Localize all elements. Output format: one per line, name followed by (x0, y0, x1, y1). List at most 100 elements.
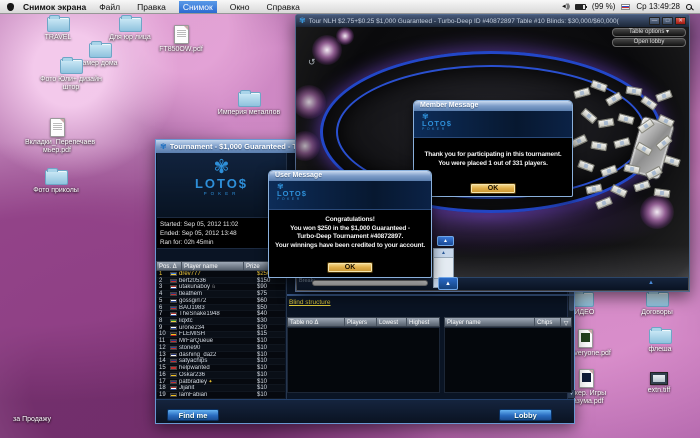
document-icon[interactable] (578, 369, 594, 388)
player-position: 10 (159, 331, 166, 338)
bottom-slider[interactable] (312, 279, 428, 286)
table-options-button[interactable]: Table options ▾ (612, 28, 686, 37)
standings-row[interactable]: 19 IamFabian $10 (157, 392, 285, 399)
folder-icon[interactable] (46, 15, 70, 32)
table-title-bar[interactable]: ✾ Tour NLH $2.75+$0.25 $1,000 Guaranteed… (296, 15, 689, 27)
player-name: IamFabian (179, 392, 208, 399)
desktop-icon-TRAVEL[interactable]: TRAVEL (26, 15, 90, 42)
standings-header-player[interactable]: Player name (182, 262, 244, 270)
country-flag-icon (170, 325, 177, 330)
lobby-window-title: Tournament - $1,000 Guaranteed - Turbo (169, 142, 314, 151)
desktop-icon-за Продажу[interactable]: за Продажу (0, 416, 64, 424)
battery-percent: (99 %) (591, 2, 616, 11)
desktop-icon-Вкладки_Перепечаев[interactable]: Вкладки_Перепечаев мьер.pdf (25, 118, 96, 154)
menu-item-Файл[interactable]: Файл (95, 1, 124, 13)
minimize-button[interactable]: — (649, 17, 660, 25)
document-icon[interactable] (173, 25, 189, 44)
folder-icon[interactable] (645, 290, 669, 307)
tournament-info: Started: Sep 05, 2012 11:02 Ended: Sep 0… (157, 217, 286, 249)
desktop-icon-FT850OW.pdf[interactable]: FT850OW.pdf (149, 25, 213, 54)
desktop-icon-Империя металлов[interactable]: Империя металлов (217, 90, 281, 117)
spotlight-search-icon[interactable] (686, 3, 692, 10)
tables-table-header[interactable]: Table no Δ Players Lowest Highest (287, 317, 440, 327)
tables-table-list[interactable] (287, 327, 440, 393)
message-line: Turbo-Deep Tournament #40872897. (296, 233, 404, 240)
menu-item-Снимок[interactable]: Снимок (178, 0, 217, 13)
players-table-list[interactable] (444, 327, 572, 393)
menu-item-Окно[interactable]: Окно (226, 1, 254, 13)
folder-icon[interactable] (648, 327, 672, 344)
lobby-button[interactable]: Lobby (499, 409, 552, 421)
dialog-title-bar[interactable]: User Message (269, 171, 431, 181)
player-position: 17 (159, 378, 166, 385)
light-flare (296, 85, 326, 119)
dialog-title-bar[interactable]: Member Message (414, 101, 572, 111)
ok-button[interactable]: OK (470, 183, 516, 194)
scroll-up-icon[interactable]: ▲ (434, 249, 453, 258)
folder-icon[interactable] (237, 90, 261, 107)
desktop: TRAVEL Для юр лица FT850OW.pdf амер дома Фот… (0, 0, 700, 438)
icon-label: Вкладки_Перепечаев (25, 139, 96, 146)
column-header[interactable]: Highest (407, 318, 439, 326)
battery-icon[interactable] (574, 3, 587, 10)
lotos-logo-sub: POKER (422, 127, 447, 131)
column-header[interactable]: Table no Δ (288, 318, 345, 326)
country-flag-icon (170, 339, 177, 344)
player-name: FLEMISH (179, 331, 206, 338)
country-flag-icon (170, 312, 177, 317)
desktop-icon-Фото Юли+ дизайн[interactable]: Фото Юли+ дизайн штор (39, 57, 103, 91)
folder-icon[interactable] (59, 57, 83, 74)
maximize-button[interactable]: □ (662, 17, 673, 25)
lotos-logo-name: LOTO$ (422, 119, 452, 128)
panel-up-button[interactable]: ▲ (438, 277, 458, 290)
player-prize: $10 (257, 351, 268, 358)
find-me-button[interactable]: Find me (167, 409, 219, 421)
menu-item-Справка[interactable]: Справка (262, 1, 303, 13)
document-icon[interactable] (49, 118, 65, 137)
column-header[interactable]: Player name (445, 318, 535, 326)
icon-label: мьер.pdf (43, 146, 71, 154)
ok-button[interactable]: OK (327, 262, 373, 273)
player-name: Oskar236 (179, 371, 206, 378)
standings-header[interactable]: Pos. Δ Player name Prize (156, 261, 285, 271)
folder-icon[interactable] (118, 15, 142, 32)
desktop-icon-флеша[interactable]: флеша (628, 327, 692, 354)
desktop-icon-Фото приколы[interactable]: Фото приколы (24, 168, 88, 195)
chat-collapse-button[interactable]: ▲ (437, 236, 454, 246)
folder-icon[interactable] (88, 41, 112, 58)
desktop-icon-extn.tiff[interactable]: extn.tiff (627, 372, 691, 395)
folder-icon[interactable] (44, 168, 68, 185)
close-button[interactable]: ✕ (675, 17, 686, 25)
input-language-flag-icon[interactable] (621, 3, 631, 10)
player-position: 14 (159, 358, 166, 365)
column-header[interactable]: Chips (535, 318, 561, 326)
country-flag-icon (170, 372, 177, 377)
players-table-header[interactable]: Player name Chips ▽ (444, 317, 572, 327)
chat-expand-icon[interactable]: ▲ (648, 280, 654, 286)
standings-header-pos[interactable]: Pos. Δ (157, 262, 182, 270)
volume-icon[interactable]: ◄))) (561, 4, 570, 10)
icon-label: штор (62, 83, 80, 91)
sort-icon[interactable]: ▽ (561, 318, 571, 326)
column-header[interactable]: Lowest (377, 318, 407, 326)
icon-label: Фото Юли+ дизайн (40, 76, 102, 83)
player-position: 12 (159, 344, 166, 351)
blind-structure-link[interactable]: Blind structure (289, 299, 331, 306)
player-position: 15 (159, 365, 166, 372)
column-header[interactable]: Players (345, 318, 377, 326)
country-flag-icon (170, 305, 177, 310)
player-name: helpwanted (179, 365, 210, 372)
open-lobby-button[interactable]: Open lobby (612, 38, 686, 47)
image-file-icon[interactable] (650, 372, 668, 385)
message-line: You won $250 in the $1,000 Guaranteed - (290, 224, 410, 232)
tournament-ended: Ended: Sep 05, 2012 13:48 (160, 230, 237, 237)
desktop-icon-Договоры[interactable]: Договоры (625, 290, 689, 317)
menu-item-Правка[interactable]: Правка (133, 1, 170, 13)
document-icon[interactable] (577, 329, 593, 348)
apple-menu-icon[interactable] (7, 2, 14, 11)
player-prize: $10 (257, 378, 268, 385)
menu-app-name[interactable]: Снимок экрана (23, 2, 86, 12)
menu-clock[interactable]: Ср 13:49:28 (636, 2, 680, 11)
player-prize: $10 (257, 358, 268, 365)
icon-label: Фото приколы (33, 187, 79, 194)
